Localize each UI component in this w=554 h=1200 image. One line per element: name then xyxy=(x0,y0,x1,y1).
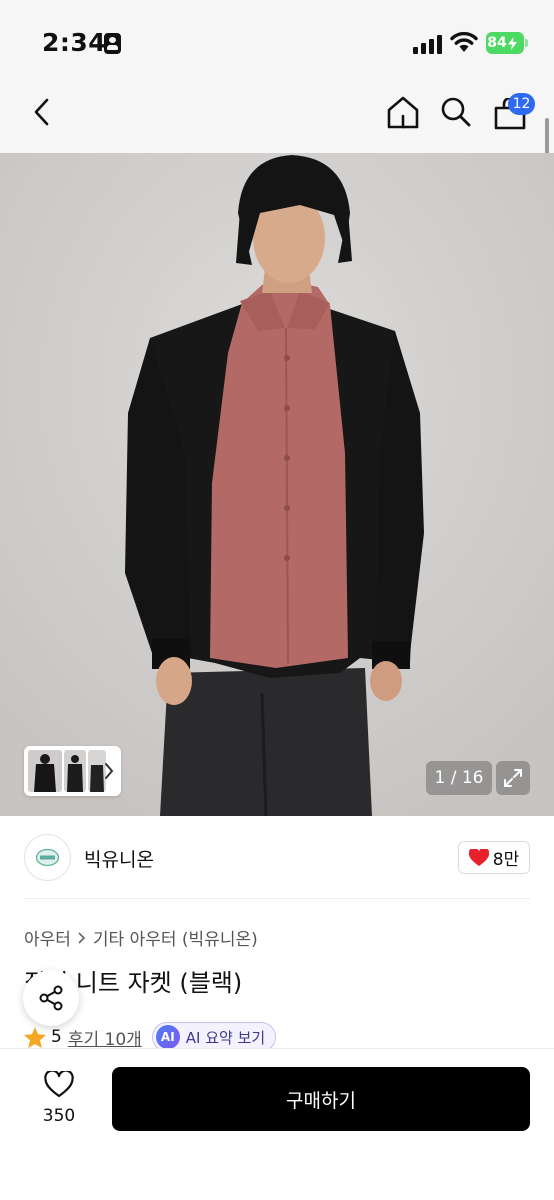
wish-count: 350 xyxy=(42,1106,76,1126)
search-icon[interactable] xyxy=(440,96,472,128)
back-icon[interactable] xyxy=(30,97,54,127)
breadcrumb: 아우터 기타 아우터 (빅유니온) xyxy=(24,925,258,950)
share-button[interactable] xyxy=(23,970,79,1026)
thumbnail-1[interactable] xyxy=(28,750,62,792)
review-link[interactable]: 후기 10개 xyxy=(68,1025,142,1050)
expand-icon xyxy=(504,769,522,787)
brand-logo-mark xyxy=(35,848,60,867)
divider xyxy=(24,898,530,899)
wifi-icon xyxy=(450,31,478,52)
brand-like-button[interactable]: 8만 xyxy=(458,841,530,874)
breadcrumb-subcategory[interactable]: 기타 아우터 (빅유니온) xyxy=(93,925,258,950)
status-bar: 2:34 84 xyxy=(0,0,554,88)
model-photo xyxy=(0,153,554,816)
chevron-right-icon[interactable] xyxy=(104,762,114,780)
ai-badge-icon: AI xyxy=(155,1025,180,1049)
brand-logo[interactable] xyxy=(24,834,71,881)
charging-bolt-icon xyxy=(507,36,517,50)
heart-outline-icon[interactable] xyxy=(44,1071,74,1098)
product-image[interactable] xyxy=(0,153,554,816)
home-icon[interactable] xyxy=(386,95,420,129)
battery-indicator: 84 xyxy=(486,32,524,54)
brand-name[interactable]: 빅유니온 xyxy=(84,845,154,872)
chevron-right-small-icon xyxy=(78,931,86,944)
heart-filled-icon xyxy=(468,848,489,866)
battery-level: 84 xyxy=(487,35,507,51)
page-indicator: 1 / 16 xyxy=(426,761,492,795)
star-icon xyxy=(24,1026,46,1048)
brand-like-count: 8만 xyxy=(492,850,520,870)
buy-button[interactable]: 구매하기 xyxy=(112,1067,530,1131)
rating-value: 5 xyxy=(51,1027,62,1047)
thumbnail-2[interactable] xyxy=(64,750,86,792)
ai-summary-label: AI 요약 보기 xyxy=(185,1028,266,1047)
cellular-signal-icon xyxy=(413,34,443,54)
person-badge-icon xyxy=(104,33,121,54)
status-time: 2:34 xyxy=(42,28,107,57)
breadcrumb-category[interactable]: 아우터 xyxy=(24,925,71,950)
expand-button[interactable] xyxy=(496,761,530,795)
share-icon xyxy=(39,985,63,1011)
battery-nub xyxy=(525,39,528,47)
cart-count-badge: 12 xyxy=(508,93,535,115)
